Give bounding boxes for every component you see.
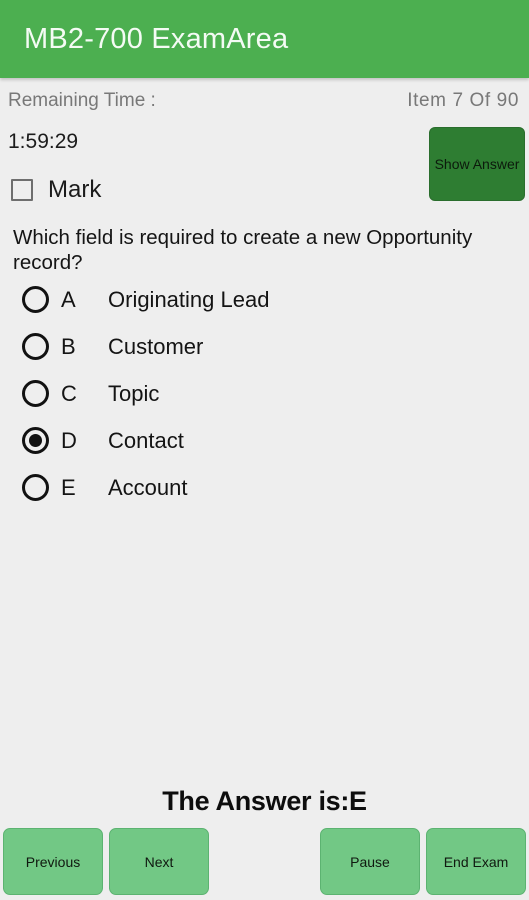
remaining-time-label: Remaining Time : (8, 90, 156, 111)
pause-button[interactable]: Pause (320, 828, 420, 895)
countdown-timer: 1:59:29 (8, 130, 79, 153)
option-text-e: Account (108, 474, 188, 500)
status-row: Remaining Time : Item 7 Of 90 (0, 86, 529, 116)
option-letter-a: A (61, 286, 76, 312)
option-letter-c: C (61, 380, 77, 406)
option-row-d[interactable]: D Contact (0, 417, 529, 464)
option-row-a[interactable]: A Originating Lead (0, 276, 529, 323)
radio-icon-a[interactable] (22, 286, 49, 313)
mark-label: Mark (48, 176, 102, 203)
next-button[interactable]: Next (109, 828, 209, 895)
option-text-c: Topic (108, 380, 160, 406)
option-text-d: Contact (108, 427, 184, 453)
radio-icon-e[interactable] (22, 474, 49, 501)
show-answer-button[interactable]: Show Answer (429, 127, 525, 201)
bottom-button-bar: Previous Next Pause End Exam (0, 828, 529, 896)
radio-icon-b[interactable] (22, 333, 49, 360)
question-text: Which field is required to create a new … (13, 226, 473, 274)
radio-icon-d[interactable] (22, 427, 49, 454)
option-row-b[interactable]: B Customer (0, 323, 529, 370)
app-bar: MB2-700 ExamArea (0, 0, 529, 78)
radio-icon-c[interactable] (22, 380, 49, 407)
previous-button[interactable]: Previous (3, 828, 103, 895)
end-exam-button[interactable]: End Exam (426, 828, 526, 895)
option-row-e[interactable]: E Account (0, 464, 529, 511)
option-letter-d: D (61, 427, 77, 453)
option-row-c[interactable]: C Topic (0, 370, 529, 417)
answer-options-list: A Originating Lead B Customer C Topic D … (0, 276, 529, 511)
option-text-b: Customer (108, 333, 204, 359)
mark-question-row[interactable]: Mark (11, 176, 101, 204)
option-letter-e: E (61, 474, 76, 500)
option-text-a: Originating Lead (108, 286, 270, 312)
option-letter-b: B (61, 333, 76, 359)
app-title: MB2-700 ExamArea (24, 22, 289, 55)
item-counter: Item 7 Of 90 (407, 90, 519, 111)
answer-reveal-text: The Answer is:E (162, 786, 367, 816)
mark-checkbox-icon[interactable] (11, 179, 33, 201)
